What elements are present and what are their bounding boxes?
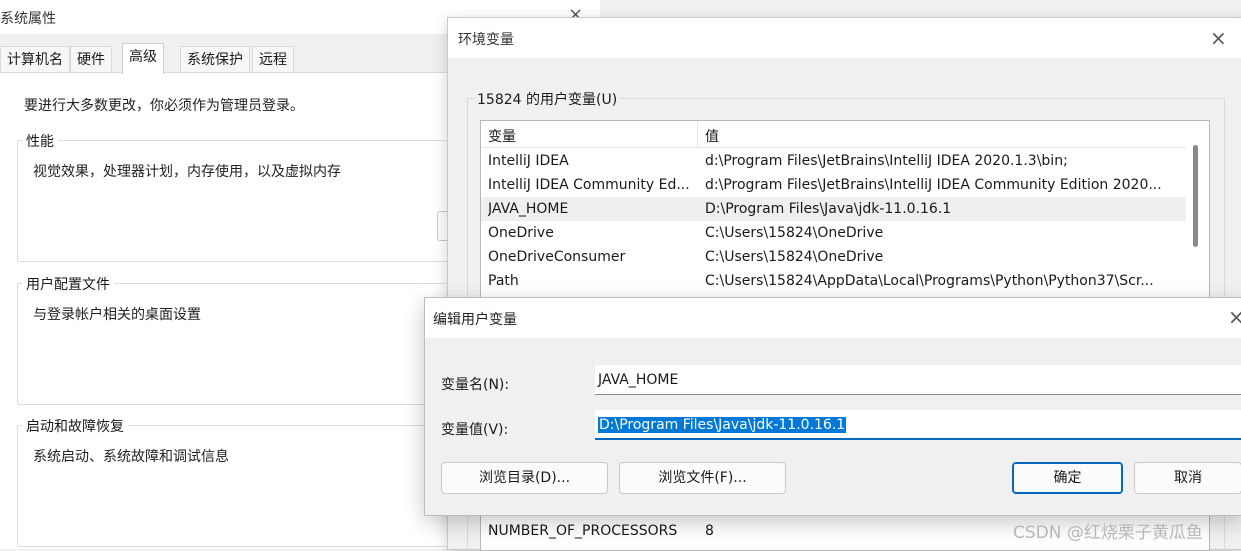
list-item[interactable]: Path C:\Users\15824\AppData\Local\Progra… xyxy=(481,269,1186,293)
startup-recovery-group xyxy=(17,425,459,547)
user-variables-group-title: 15824 的用户变量(U) xyxy=(474,89,621,109)
user-profiles-group-desc: 与登录帐户相关的桌面设置 xyxy=(33,307,201,323)
list-item[interactable]: OneDrive C:\Users\15824\OneDrive xyxy=(481,221,1186,245)
variable-value: C:\Users\15824\AppData\Local\Programs\Py… xyxy=(705,273,1154,289)
tab-remote[interactable]: 远程 xyxy=(252,46,294,73)
environment-variables-title: 环境变量 xyxy=(458,32,514,48)
tab-advanced[interactable]: 高级 xyxy=(122,43,164,74)
performance-group-desc: 视觉效果，处理器计划，内存使用，以及虚拟内存 xyxy=(33,164,341,180)
column-divider[interactable] xyxy=(697,121,698,147)
variable-name: Path xyxy=(488,273,519,289)
column-header-value[interactable]: 值 xyxy=(705,126,719,146)
variable-name-label: 变量名(N): xyxy=(441,377,510,393)
system-properties-title: 系统属性 xyxy=(0,11,56,27)
variable-value-selected-text: D:\Program Files\Java\jdk-11.0.16.1 xyxy=(598,417,847,433)
csdn-watermark: CSDN @红烧栗子黄瓜鱼 xyxy=(1013,523,1203,543)
variable-value: d:\Program Files\JetBrains\IntelliJ IDEA… xyxy=(705,153,1068,169)
close-icon[interactable]: × xyxy=(1210,26,1227,50)
tab-computer-name[interactable]: 计算机名 xyxy=(0,46,70,73)
variable-name-field-value: JAVA_HOME xyxy=(598,372,679,388)
variable-name: IntelliJ IDEA Community Ed... xyxy=(488,177,690,193)
cancel-button[interactable]: 取消 xyxy=(1134,462,1241,494)
tab-hardware[interactable]: 硬件 xyxy=(70,46,112,73)
variable-value-label: 变量值(V): xyxy=(441,422,509,438)
user-profiles-group-title: 用户配置文件 xyxy=(22,274,114,294)
admin-notice: 要进行大多数更改，你必须作为管理员登录。 xyxy=(24,98,304,114)
variable-name: JAVA_HOME xyxy=(488,201,569,217)
startup-recovery-group-title: 启动和故障恢复 xyxy=(22,416,128,436)
edit-dialog-title: 编辑用户变量 xyxy=(433,312,517,328)
list-item-selected[interactable]: JAVA_HOME D:\Program Files\Java\jdk-11.0… xyxy=(481,197,1186,221)
variable-name-field[interactable]: JAVA_HOME xyxy=(595,365,1241,395)
environment-variables-titlebar xyxy=(448,18,1241,58)
column-header-variable[interactable]: 变量 xyxy=(488,126,516,146)
variable-value: C:\Users\15824\OneDrive xyxy=(705,249,884,265)
variable-name: OneDriveConsumer xyxy=(488,249,626,265)
list-item[interactable]: OneDriveConsumer C:\Users\15824\OneDrive xyxy=(481,245,1186,269)
startup-recovery-group-desc: 系统启动、系统故障和调试信息 xyxy=(33,449,229,465)
tab-system-protection[interactable]: 系统保护 xyxy=(180,46,250,73)
list-header: 变量 值 xyxy=(481,121,1186,148)
ok-button[interactable]: 确定 xyxy=(1012,462,1123,494)
variable-name: IntelliJ IDEA xyxy=(488,153,569,169)
list-item[interactable]: IntelliJ IDEA d:\Program Files\JetBrains… xyxy=(481,149,1186,173)
close-icon[interactable]: × xyxy=(1228,305,1241,329)
list-item[interactable]: IntelliJ IDEA Community Ed... d:\Program… xyxy=(481,173,1186,197)
performance-group-title: 性能 xyxy=(22,131,58,151)
edit-user-variable-dialog: 编辑用户变量 × 变量名(N): JAVA_HOME 变量值(V): D:\Pr… xyxy=(424,297,1241,516)
list-scrollbar-thumb[interactable] xyxy=(1193,145,1198,247)
browse-file-button[interactable]: 浏览文件(F)... xyxy=(619,462,786,494)
user-profiles-group xyxy=(17,283,459,405)
variable-name: OneDrive xyxy=(488,225,554,241)
variable-value: C:\Users\15824\OneDrive xyxy=(705,225,884,241)
variable-value-field[interactable]: D:\Program Files\Java\jdk-11.0.16.1 xyxy=(595,410,1241,440)
browse-directory-button[interactable]: 浏览目录(D)... xyxy=(441,462,608,494)
variable-name: NUMBER_OF_PROCESSORS xyxy=(488,523,678,539)
variable-value: d:\Program Files\JetBrains\IntelliJ IDEA… xyxy=(705,177,1162,193)
variable-value: D:\Program Files\Java\jdk-11.0.16.1 xyxy=(705,201,952,217)
edit-dialog-titlebar xyxy=(425,298,1241,338)
performance-group xyxy=(17,140,459,262)
